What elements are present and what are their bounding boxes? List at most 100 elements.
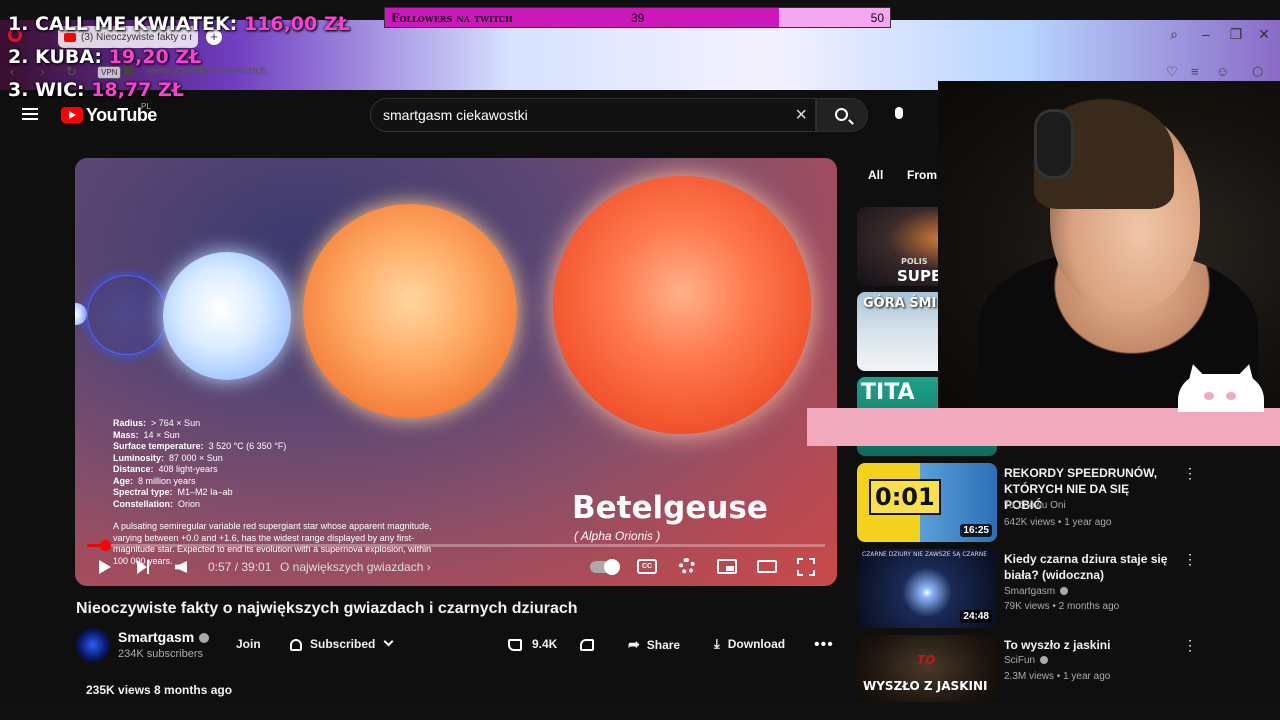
heart-icon[interactable]: ♡: [1166, 64, 1178, 80]
star-image: [303, 204, 517, 418]
headphones-icon: [1034, 109, 1074, 179]
search-query: smartgasm ciekawostki: [383, 107, 528, 123]
followers-goal-bar: Followers na twitch 39 50: [384, 7, 891, 28]
search-button[interactable]: [816, 98, 868, 132]
subscribed-button[interactable]: Subscribed: [290, 630, 394, 658]
verified-icon: [199, 633, 210, 644]
star-info-row: Surface temperature: 3 520 °C (6 350 °F): [113, 441, 287, 451]
star-info-list: Radius: > 764 × Sun Mass: 14 × Sun Surfa…: [113, 418, 286, 510]
betelgeuse-star-image: [553, 176, 811, 434]
channel-name[interactable]: Smartgasm: [118, 629, 210, 645]
join-button[interactable]: Join: [236, 630, 261, 658]
volume-icon[interactable]: [175, 561, 187, 573]
list-item[interactable]: 0:01 16:25 REKORDY SPEEDRUNÓW, KTÓRYCH N…: [857, 463, 1197, 543]
video-thumbnail[interactable]: 0:01 16:25: [857, 463, 997, 542]
thumbs-down-icon: [580, 638, 594, 651]
cat-eye: [1226, 392, 1236, 400]
more-vertical-icon[interactable]: ⋮: [1183, 551, 1197, 568]
video-duration: 24:48: [960, 610, 992, 623]
star-info-row: Distance: 408 light-years: [113, 464, 218, 474]
theater-mode-icon[interactable]: [757, 560, 777, 573]
donation-entry: 2. KUBA: 19,20 ZŁ: [8, 46, 202, 68]
search-tabs-icon[interactable]: ⌕: [1164, 26, 1184, 43]
recommendation-meta: 2.3M views • 1 year ago: [1004, 671, 1111, 682]
recommendation-channel[interactable]: To Znowu Oni: [1004, 500, 1066, 511]
miniplayer-icon[interactable]: [717, 559, 737, 574]
verified-icon: [1040, 656, 1049, 665]
recommendation-channel[interactable]: Smartgasm: [1004, 586, 1069, 597]
followers-target: 50: [870, 11, 884, 25]
donation-entry: 3. WIC: 18,77 ZŁ: [8, 79, 184, 101]
restore-icon[interactable]: ❐: [1226, 26, 1246, 43]
share-icon: ➦: [628, 636, 640, 652]
video-player[interactable]: Radius: > 764 × Sun Mass: 14 × Sun Surfa…: [75, 158, 837, 586]
screen: (3) Nieoczywiste fakty o n + ⌕ – ❐ ✕ ‹ ›…: [0, 0, 1280, 720]
extension-icon[interactable]: ⬡: [1252, 64, 1263, 80]
verified-icon: [1060, 587, 1069, 596]
share-button[interactable]: ➦ Share: [628, 630, 680, 658]
star-alt-name: ( Alpha Orionis ): [574, 529, 661, 543]
bell-icon: [290, 638, 302, 651]
autoplay-toggle[interactable]: [590, 559, 620, 575]
next-icon[interactable]: [137, 560, 149, 574]
subscriber-count: 234K subscribers: [118, 648, 203, 660]
minimize-icon[interactable]: –: [1196, 26, 1216, 42]
progress-bar[interactable]: [87, 540, 825, 551]
bottom-black-strip: [0, 702, 1280, 720]
chapter-button[interactable]: O największych gwiazdach ›: [280, 560, 431, 574]
cat-eye: [1204, 392, 1214, 400]
star-info-row: Age: 8 million years: [113, 475, 196, 486]
star-image: [75, 303, 87, 325]
star-info-row: Mass: 14 × Sun: [113, 429, 180, 440]
more-vertical-icon[interactable]: ⋮: [1183, 637, 1197, 654]
star-info-row: Spectral type: M1–M2 Ia–ab: [113, 487, 233, 497]
like-button[interactable]: 9.4K: [508, 630, 557, 658]
download-icon: ⤓: [714, 636, 720, 651]
play-icon[interactable]: [99, 560, 111, 574]
download-button[interactable]: ⤓ Download: [714, 630, 785, 658]
scrubber-handle[interactable]: [99, 540, 111, 551]
video-title: Nieoczywiste fakty o największych gwiazd…: [76, 600, 578, 617]
account-icon[interactable]: ☺: [1216, 64, 1229, 79]
recommendation-title[interactable]: Kiedy czarna dziura staje się biała? (wi…: [1004, 551, 1169, 583]
search-input[interactable]: smartgasm ciekawostki ×: [370, 98, 816, 132]
star-info-row: Constellation: Orion: [113, 498, 201, 509]
recommendation-channel[interactable]: SciFun: [1004, 655, 1049, 666]
more-actions-icon[interactable]: •••: [814, 636, 834, 654]
star-name: Betelgeuse: [572, 490, 768, 526]
close-window-icon[interactable]: ✕: [1254, 26, 1274, 43]
search-icon: [835, 108, 848, 121]
dislike-button[interactable]: [580, 630, 594, 658]
chip-all[interactable]: All: [868, 168, 883, 190]
followers-current: 39: [631, 11, 645, 25]
recommendation-title[interactable]: To wyszło z jaskini: [1004, 637, 1169, 653]
star-info-row: Radius: > 764 × Sun: [113, 418, 201, 428]
star-image: [163, 252, 291, 380]
clear-search-icon[interactable]: ×: [795, 99, 807, 131]
channel-avatar[interactable]: [76, 628, 110, 662]
gear-icon[interactable]: [679, 558, 695, 574]
list-item[interactable]: CZARNE DZIURY NIE ZAWSZE SĄ CZARNE 24:48…: [857, 549, 1197, 629]
followers-goal-label: Followers na twitch: [391, 11, 513, 25]
overlay-bar: [807, 408, 1280, 446]
cat-mascot-icon: [1178, 374, 1264, 412]
donation-leaderboard: 1. CALL ME KWIATEK: 116,00 ZŁ 2. KUBA: 1…: [8, 13, 350, 112]
video-duration: 16:25: [960, 524, 992, 537]
star-info-row: Luminosity: 87 000 × Sun: [113, 452, 223, 463]
chevron-down-icon: [383, 636, 394, 647]
views-and-date: 235K views 8 months ago: [86, 683, 233, 697]
video-thumbnail[interactable]: CZARNE DZIURY NIE ZAWSZE SĄ CZARNE 24:48: [857, 549, 997, 628]
sliders-icon[interactable]: ≡: [1191, 64, 1199, 79]
webcam-feed: [938, 81, 1280, 410]
donation-entry: 1. CALL ME KWIATEK: 116,00 ZŁ: [8, 13, 350, 35]
captions-icon[interactable]: CC: [637, 559, 657, 574]
recommendation-meta: 642K views • 1 year ago: [1004, 517, 1112, 528]
more-vertical-icon[interactable]: ⋮: [1183, 465, 1197, 482]
thumbs-up-icon: [508, 638, 522, 651]
time-display: 0:57 / 39:01: [208, 560, 272, 574]
fullscreen-icon[interactable]: [797, 558, 815, 576]
player-controls: 0:57 / 39:01 O największych gwiazdach › …: [75, 554, 837, 584]
microphone-icon[interactable]: [895, 107, 903, 119]
recommendation-meta: 79K views • 2 months ago: [1004, 601, 1120, 612]
star-image: [87, 275, 167, 355]
